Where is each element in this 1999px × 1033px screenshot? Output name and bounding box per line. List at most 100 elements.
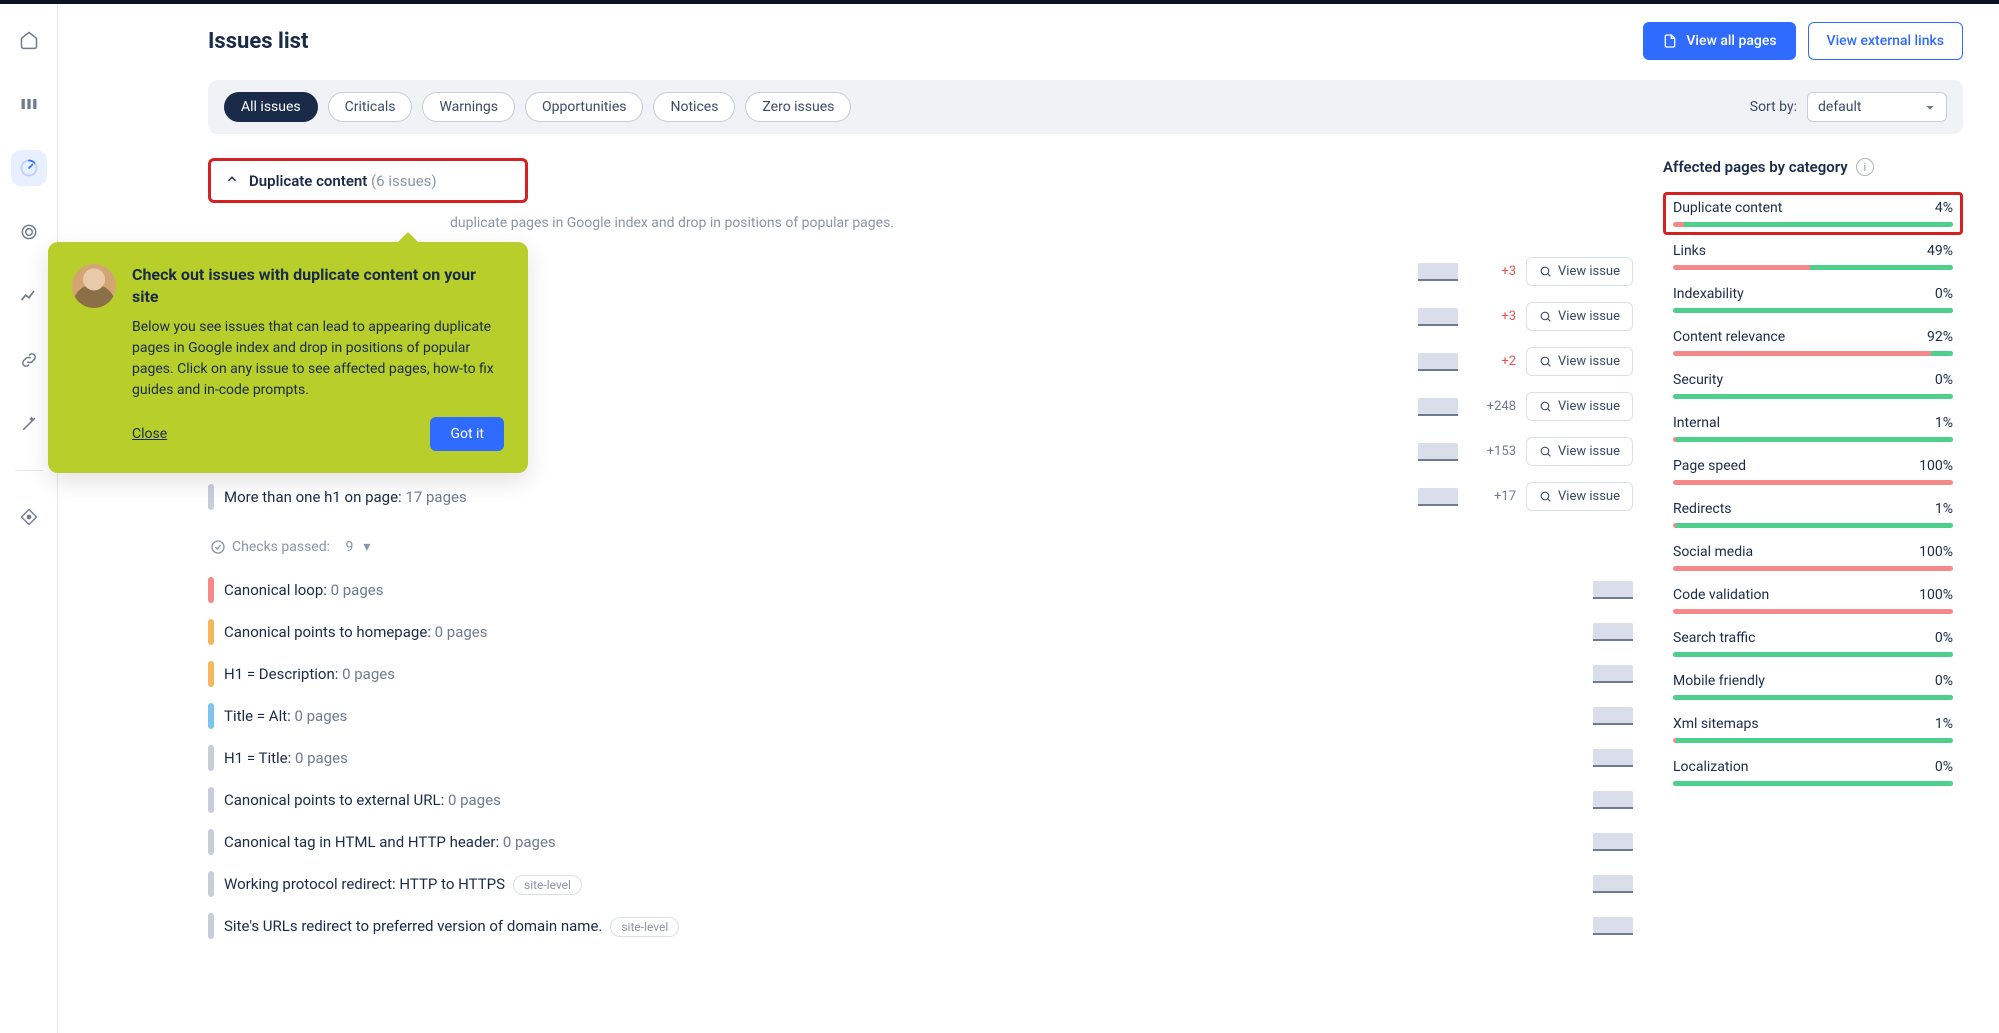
filter-pill-warnings[interactable]: Warnings — [422, 92, 515, 122]
category-name: Indexability — [1673, 286, 1744, 302]
sparkline — [1593, 665, 1633, 683]
category-row-code-validation[interactable]: Code validation100% — [1663, 579, 1963, 622]
severity-indicator — [208, 661, 214, 687]
category-row-redirects[interactable]: Redirects1% — [1663, 493, 1963, 536]
view-external-links-button[interactable]: View external links — [1808, 22, 1963, 60]
sparkline — [1593, 791, 1633, 809]
site-level-badge: site-level — [610, 917, 679, 937]
search-icon — [1539, 400, 1552, 413]
severity-indicator — [208, 619, 214, 645]
document-icon — [1662, 33, 1678, 49]
category-bar — [1673, 394, 1953, 399]
link-icon[interactable] — [11, 342, 47, 378]
category-row-page-speed[interactable]: Page speed100% — [1663, 450, 1963, 493]
view-issue-button[interactable]: View issue — [1526, 482, 1633, 511]
tooltip-got-it-button[interactable]: Got it — [430, 417, 504, 451]
category-row-content-relevance[interactable]: Content relevance92% — [1663, 321, 1963, 364]
delta-value: +153 — [1468, 444, 1516, 459]
tooltip-text: Below you see issues that can lead to ap… — [132, 317, 504, 401]
category-percent: 100% — [1919, 587, 1953, 603]
sparkline — [1418, 488, 1458, 506]
issue-row[interactable]: Working protocol redirect: HTTP to HTTPS… — [208, 863, 1633, 905]
category-bar — [1673, 523, 1953, 528]
issue-row[interactable]: Canonical points to external URL: 0 page… — [208, 779, 1633, 821]
issue-name: More than one h1 on page: 17 pages — [224, 488, 1408, 506]
search-icon — [1539, 445, 1552, 458]
sparkline — [1593, 833, 1633, 851]
sparkline — [1418, 263, 1458, 281]
filter-pill-criticals[interactable]: Criticals — [328, 92, 413, 122]
avatar — [72, 264, 116, 308]
delta-value: +3 — [1468, 264, 1516, 279]
issue-name: Canonical points to external URL: 0 page… — [224, 791, 1583, 809]
delta-value: +248 — [1468, 399, 1516, 414]
view-all-pages-button[interactable]: View all pages — [1643, 22, 1795, 60]
target-icon[interactable] — [11, 214, 47, 250]
issue-row[interactable]: Site's URLs redirect to preferred versio… — [208, 905, 1633, 947]
issue-name: Canonical points to homepage: 0 pages — [224, 623, 1583, 641]
category-row-internal[interactable]: Internal1% — [1663, 407, 1963, 450]
issue-row[interactable]: H1 = Description: 0 pages — [208, 653, 1633, 695]
category-percent: 0% — [1935, 630, 1953, 646]
issue-row[interactable]: H1 = Title: 0 pages — [208, 737, 1633, 779]
category-row-mobile-friendly[interactable]: Mobile friendly 0% — [1663, 665, 1963, 708]
issue-row[interactable]: Title = Alt: 0 pages — [208, 695, 1633, 737]
issue-name: Canonical loop: 0 pages — [224, 581, 1583, 599]
trend-icon[interactable] — [11, 278, 47, 314]
view-issue-button[interactable]: View issue — [1526, 392, 1633, 421]
severity-indicator — [208, 787, 214, 813]
sparkline — [1593, 749, 1633, 767]
home-icon[interactable] — [11, 22, 47, 58]
issue-row[interactable]: Canonical tag in HTML and HTTP header: 0… — [208, 821, 1633, 863]
category-row-search-traffic[interactable]: Search traffic0% — [1663, 622, 1963, 665]
severity-indicator — [208, 745, 214, 771]
info-icon[interactable]: i — [1856, 158, 1874, 176]
category-bar — [1673, 609, 1953, 614]
sort-label: Sort by: — [1750, 99, 1797, 115]
tooltip-close[interactable]: Close — [132, 426, 167, 442]
onboarding-tooltip: Check out issues with duplicate content … — [48, 242, 528, 473]
issue-row[interactable]: More than one h1 on page: 17 pages+17Vie… — [208, 474, 1633, 519]
sort-select[interactable]: default — [1807, 92, 1947, 122]
gauge-icon[interactable] — [11, 150, 47, 186]
severity-indicator — [208, 703, 214, 729]
category-row-social-media[interactable]: Social media100% — [1663, 536, 1963, 579]
category-row-localization[interactable]: Localization0% — [1663, 751, 1963, 794]
filter-pill-notices[interactable]: Notices — [653, 92, 735, 122]
view-issue-button[interactable]: View issue — [1526, 347, 1633, 376]
severity-indicator — [208, 829, 214, 855]
delta-value: +3 — [1468, 309, 1516, 324]
severity-indicator — [208, 871, 214, 897]
checks-passed[interactable]: Checks passed: 9▾ — [210, 539, 1633, 555]
category-name: Security — [1673, 372, 1723, 388]
category-percent: 92% — [1927, 329, 1953, 345]
columns-icon[interactable] — [11, 86, 47, 122]
issue-name: Site's URLs redirect to preferred versio… — [224, 917, 1583, 935]
issue-name: Canonical tag in HTML and HTTP header: 0… — [224, 833, 1583, 851]
category-name: Page speed — [1673, 458, 1746, 474]
category-row-xml-sitemaps[interactable]: Xml sitemaps1% — [1663, 708, 1963, 751]
category-percent: 1% — [1935, 415, 1953, 431]
sparkline — [1418, 443, 1458, 461]
category-row-duplicate-content[interactable]: Duplicate content4% — [1663, 192, 1963, 235]
category-name: Mobile friendly — [1673, 673, 1765, 689]
search-icon — [1539, 490, 1552, 503]
category-row-links[interactable]: Links49% — [1663, 235, 1963, 278]
category-bar — [1673, 222, 1953, 227]
sparkline — [1593, 917, 1633, 935]
filter-pill-opportunities[interactable]: Opportunities — [525, 92, 644, 122]
issue-row[interactable]: Canonical points to homepage: 0 pages — [208, 611, 1633, 653]
view-issue-button[interactable]: View issue — [1526, 437, 1633, 466]
section-duplicate-content[interactable]: Duplicate content (6 issues) — [208, 158, 528, 203]
category-percent: 100% — [1919, 544, 1953, 560]
category-row-indexability[interactable]: Indexability0% — [1663, 278, 1963, 321]
view-issue-button[interactable]: View issue — [1526, 257, 1633, 286]
view-issue-button[interactable]: View issue — [1526, 302, 1633, 331]
wand-icon[interactable] — [11, 406, 47, 442]
filter-pill-all-issues[interactable]: All issues — [224, 92, 318, 122]
category-row-security[interactable]: Security0% — [1663, 364, 1963, 407]
diamond-icon[interactable] — [11, 499, 47, 535]
issue-row[interactable]: Canonical loop: 0 pages — [208, 569, 1633, 611]
category-percent: 0% — [1935, 673, 1953, 689]
filter-pill-zero-issues[interactable]: Zero issues — [745, 92, 851, 122]
